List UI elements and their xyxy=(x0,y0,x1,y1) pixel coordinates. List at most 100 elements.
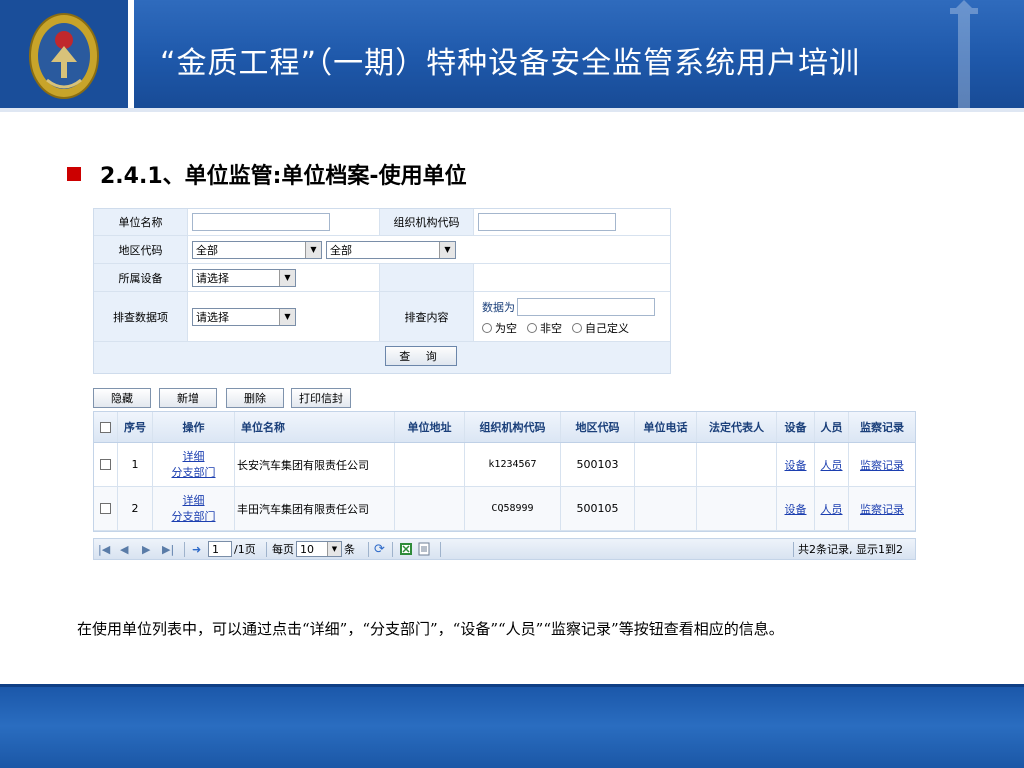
section-title: 2.4.1、单位监管:单位档案-使用单位 xyxy=(100,164,467,189)
row-staff-cell: 人员 xyxy=(815,443,849,486)
header-underline xyxy=(0,108,1024,112)
next-page-glyph[interactable]: ▶ xyxy=(142,543,150,556)
prev-page-glyph[interactable]: ◀ xyxy=(120,543,128,556)
last-page-glyph[interactable]: ▶| xyxy=(162,543,174,556)
radio-custom[interactable]: 自己定义 xyxy=(572,320,629,336)
row-device-cell: 设备 xyxy=(777,443,815,486)
logo-box xyxy=(0,0,128,112)
refresh-glyph[interactable]: ⟳ xyxy=(374,542,385,557)
chevron-down-icon[interactable]: ▼ xyxy=(327,542,341,556)
check-content-label: 排查内容 xyxy=(380,292,474,341)
check-item-select[interactable]: 请选择 ▼ xyxy=(192,307,296,326)
data-is-label: 数据为 xyxy=(482,300,515,314)
row-ops: 详细 分支部门 xyxy=(153,443,235,486)
device-blank-cell xyxy=(474,264,670,291)
staff-link[interactable]: 人员 xyxy=(821,457,843,473)
print-envelope-button[interactable]: 打印信封 xyxy=(291,388,351,408)
radio-group: 为空 非空 自己定义 xyxy=(482,320,639,336)
branch-link[interactable]: 分支部门 xyxy=(172,465,216,481)
checkbox-icon[interactable] xyxy=(100,459,111,470)
form-row-region: 地区代码 全部 ▼ 全部 ▼ xyxy=(94,236,670,264)
add-button[interactable]: 新增 xyxy=(159,388,217,408)
hide-button[interactable]: 隐藏 xyxy=(93,388,151,408)
row-inspection-cell: 监察记录 xyxy=(849,443,915,486)
unit-name-input[interactable] xyxy=(192,213,330,231)
export-doc-icon[interactable] xyxy=(418,539,430,559)
data-value-input[interactable] xyxy=(517,297,655,316)
device-link[interactable]: 设备 xyxy=(785,501,807,517)
delete-button[interactable]: 删除 xyxy=(226,388,284,408)
radio-not-empty[interactable]: 非空 xyxy=(527,320,562,336)
first-page-glyph[interactable]: |◀ xyxy=(98,543,110,556)
excel-glyph[interactable] xyxy=(399,542,413,556)
page-input-group: 1 /1页 xyxy=(208,539,256,559)
radio-dot-icon[interactable] xyxy=(482,322,492,333)
next-page-icon[interactable]: ▶ xyxy=(142,539,150,559)
description-text: 在使用单位列表中，可以通过点击“详细”，“分支部门”，“设备”“人员”“监察记录… xyxy=(77,620,784,638)
header-device: 设备 xyxy=(777,412,815,442)
refresh-icon[interactable]: ⟳ xyxy=(374,539,385,559)
go-page-icon[interactable]: ➜ xyxy=(192,539,201,559)
checkbox-icon[interactable] xyxy=(100,421,111,433)
radio-dot-icon[interactable] xyxy=(572,322,582,333)
row-checkbox[interactable] xyxy=(94,443,118,486)
branch-link[interactable]: 分支部门 xyxy=(172,509,216,525)
pager-separator xyxy=(440,542,441,557)
detail-link[interactable]: 详细 xyxy=(183,493,205,509)
pager-separator xyxy=(184,542,185,557)
page-number-input[interactable]: 1 xyxy=(208,541,232,557)
device-select[interactable]: 请选择 ▼ xyxy=(192,268,296,287)
radio-empty-label: 为空 xyxy=(495,321,517,335)
header-staff: 人员 xyxy=(815,412,849,442)
row-seq: 1 xyxy=(118,443,153,486)
check-item-label: 排查数据项 xyxy=(94,292,188,341)
go-arrow-glyph[interactable]: ➜ xyxy=(192,543,201,556)
row-org-code: CQ58999 xyxy=(465,487,561,530)
prev-page-icon[interactable]: ◀ xyxy=(120,539,128,559)
chevron-down-icon[interactable]: ▼ xyxy=(279,269,295,286)
header-phone: 单位电话 xyxy=(635,412,697,442)
form-row-unit: 单位名称 组织机构代码 xyxy=(94,209,670,236)
chevron-down-icon[interactable]: ▼ xyxy=(279,308,295,325)
row-checkbox[interactable] xyxy=(94,487,118,530)
region-select-1-value: 全部 xyxy=(196,243,218,257)
radio-dot-icon[interactable] xyxy=(527,322,537,333)
pager-bar: |◀ ◀ ▶ ▶| ➜ 1 /1页 每页 10 ▼ 条 ⟳ 共2条记录, 显示1… xyxy=(93,538,916,560)
form-row-actions: 查 询 xyxy=(94,342,670,373)
grid-header: 序号 操作 单位名称 单位地址 组织机构代码 地区代码 单位电话 法定代表人 设… xyxy=(94,412,915,443)
region-select-1[interactable]: 全部 ▼ xyxy=(192,240,322,259)
org-code-input[interactable] xyxy=(478,213,616,231)
radio-empty[interactable]: 为空 xyxy=(482,320,517,336)
header-seq: 序号 xyxy=(118,412,153,442)
per-page-select[interactable]: 10 ▼ xyxy=(296,541,342,557)
chevron-down-icon[interactable]: ▼ xyxy=(305,241,321,258)
header-address: 单位地址 xyxy=(395,412,465,442)
first-page-icon[interactable]: |◀ xyxy=(98,539,110,559)
check-item-cell: 请选择 ▼ xyxy=(188,292,380,341)
footer-edge xyxy=(0,684,1024,687)
header-select-all[interactable] xyxy=(94,412,118,442)
row-device-cell: 设备 xyxy=(777,487,815,530)
staff-link[interactable]: 人员 xyxy=(821,501,843,517)
checkbox-icon[interactable] xyxy=(100,503,111,514)
region-select-2[interactable]: 全部 ▼ xyxy=(326,240,456,259)
pager-separator xyxy=(266,542,267,557)
org-code-cell xyxy=(474,209,670,235)
last-page-icon[interactable]: ▶| xyxy=(162,539,174,559)
device-link[interactable]: 设备 xyxy=(785,457,807,473)
export-excel-icon[interactable] xyxy=(399,539,413,559)
inspection-link[interactable]: 监察记录 xyxy=(860,457,904,473)
query-button[interactable]: 查 询 xyxy=(385,346,457,366)
header-ops: 操作 xyxy=(153,412,235,442)
pager-separator xyxy=(392,542,393,557)
form-row-device: 所属设备 请选择 ▼ xyxy=(94,264,670,292)
inspection-link[interactable]: 监察记录 xyxy=(860,501,904,517)
row-name: 长安汽车集团有限责任公司 xyxy=(235,443,395,486)
row-address xyxy=(395,487,465,530)
chevron-down-icon[interactable]: ▼ xyxy=(439,241,455,258)
unit-name-label: 单位名称 xyxy=(94,209,188,235)
page-total: /1页 xyxy=(234,543,256,556)
doc-glyph[interactable] xyxy=(418,542,430,556)
row-ops: 详细 分支部门 xyxy=(153,487,235,530)
detail-link[interactable]: 详细 xyxy=(183,449,205,465)
